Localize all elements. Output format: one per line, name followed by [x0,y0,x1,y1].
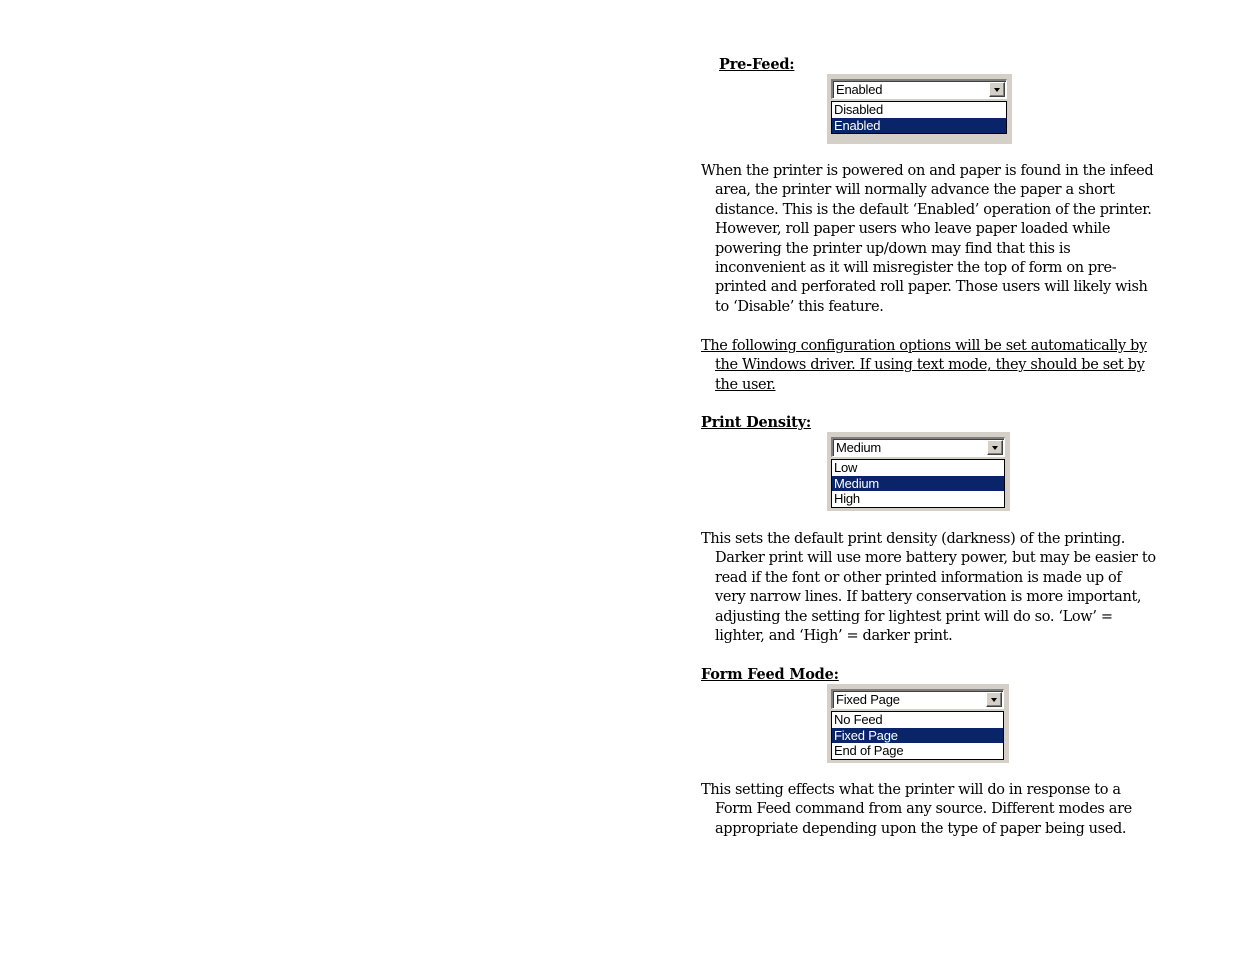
paragraph-line: appropriate depending upon the type of p… [715,820,1127,837]
pre-feed-dropdown-button[interactable] [989,82,1005,97]
form-feed-mode-heading: Form Feed Mode: [701,666,839,683]
paragraph-line: This sets the default print density (dar… [701,531,1126,547]
print-density-option-high[interactable]: High [832,491,1004,507]
paragraph-line: read if the font or other printed inform… [715,569,1122,586]
print-density-dropdown-value: Medium [836,440,882,455]
paragraph-line: When the printer is powered on and paper… [701,163,1154,179]
form-feed-option-fixed-page[interactable]: Fixed Page [832,727,1003,743]
paragraph-line: adjusting the setting for lightest print… [715,608,1113,625]
form-feed-dropdown-button[interactable] [986,692,1002,707]
paragraph-line: to ‘Disable’ this feature. [715,298,884,315]
pre-feed-dropdown-value: Enabled [836,82,883,97]
document-page: Pre-Feed: Enabled Disabled Enabled When … [0,0,1235,954]
paragraph-line: Darker print will use more battery power… [715,550,1156,567]
paragraph-line: distance. This is the default ‘Enabled’ … [715,201,1152,218]
note-line: the user. [715,376,776,393]
form-feed-option-no-feed[interactable]: No Feed [832,712,1003,728]
print-density-dropdown[interactable]: Medium [831,437,1005,457]
paragraph-line: lighter, and ‘High’ = darker print. [715,628,953,645]
note-line: the Windows driver. If using text mode, … [715,357,1145,374]
print-density-dropdown-list: Low Medium High [831,459,1005,508]
pre-feed-dropdown[interactable]: Enabled [831,79,1007,99]
form-feed-description: This setting effects what the printer wi… [701,781,1156,839]
paragraph-line: printed and perforated roll paper. Those… [715,279,1148,296]
paragraph-line: inconvenient as it will misregister the … [715,260,1117,277]
print-density-option-low[interactable]: Low [832,460,1004,476]
paragraph-line: very narrow lines. If battery conservati… [715,589,1142,606]
pre-feed-dropdown-screenshot: Enabled Disabled Enabled [827,74,1012,144]
pre-feed-dropdown-list: Disabled Enabled [831,101,1007,134]
driver-note: The following configuration options will… [701,337,1156,395]
paragraph-line: area, the printer will normally advance … [715,182,1115,199]
print-density-description: This sets the default print density (dar… [701,530,1156,646]
note-line: The following configuration options will… [701,338,1147,354]
form-feed-option-end-of-page[interactable]: End of Page [832,743,1003,759]
chevron-down-icon [991,698,997,702]
chevron-down-icon [994,88,1000,92]
print-density-dropdown-screenshot: Medium Low Medium High [827,432,1010,511]
form-feed-dropdown-value: Fixed Page [836,692,900,707]
paragraph-line: Form Feed command from any source. Diffe… [715,801,1132,818]
pre-feed-option-enabled[interactable]: Enabled [832,117,1006,133]
print-density-heading: Print Density: [701,414,812,431]
paragraph-line: However, roll paper users who leave pape… [715,221,1111,238]
paragraph-line: This setting effects what the printer wi… [701,782,1121,798]
print-density-dropdown-button[interactable] [987,440,1003,455]
pre-feed-heading: Pre-Feed: [719,56,795,73]
form-feed-dropdown[interactable]: Fixed Page [831,689,1004,709]
print-density-option-medium[interactable]: Medium [832,475,1004,491]
pre-feed-description: When the printer is powered on and paper… [701,162,1156,317]
chevron-down-icon [992,446,998,450]
form-feed-dropdown-screenshot: Fixed Page No Feed Fixed Page End of Pag… [827,684,1009,763]
form-feed-dropdown-list: No Feed Fixed Page End of Page [831,711,1004,760]
paragraph-line: powering the printer up/down may find th… [715,240,1071,257]
pre-feed-option-disabled[interactable]: Disabled [832,102,1006,118]
